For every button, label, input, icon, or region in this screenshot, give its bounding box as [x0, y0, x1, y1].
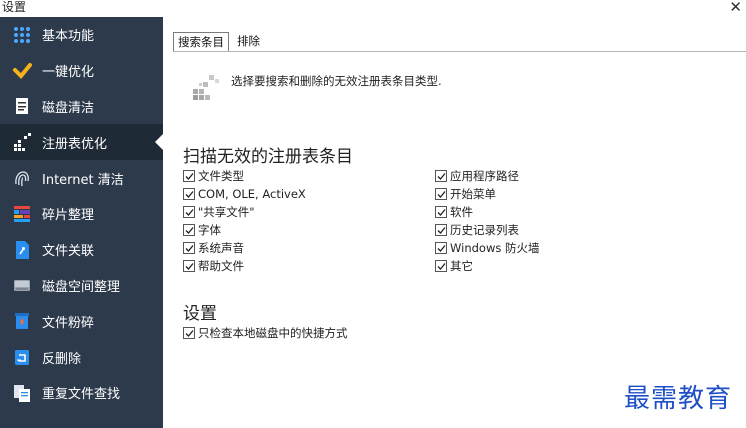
option-shared-files: "共享文件" — [183, 203, 306, 221]
option-com-ole-activex: COM, OLE, ActiveX — [183, 185, 306, 203]
sidebar-item-label: 文件粉碎 — [42, 315, 95, 331]
option-label: 应用程序路径 — [450, 169, 519, 183]
checkbox[interactable] — [183, 188, 195, 200]
close-button[interactable]: ✕ — [729, 0, 742, 16]
sidebar-item-label: 注册表优化 — [42, 136, 108, 152]
scan-options-right: 应用程序路径 开始菜单 软件 历史记录列表 Windows 防火墙 其它 — [435, 167, 540, 275]
sidebar-item-label: 基本功能 — [42, 29, 95, 45]
tab-bar: 搜索条目 排除 — [173, 32, 268, 52]
checkbox[interactable] — [183, 206, 195, 218]
checkbox[interactable] — [435, 260, 447, 272]
window-title: 设置 — [2, 0, 27, 14]
intro-text: 选择要搜索和删除的无效注册表条目类型. — [231, 74, 442, 88]
sidebar-item-file-association[interactable]: 文件关联 — [0, 232, 163, 268]
sidebar-item-label: 磁盘空间整理 — [42, 279, 121, 295]
option-windows-firewall: Windows 防火墙 — [435, 239, 540, 257]
sidebar: 基本功能 一键优化 磁盘清洁 注册表优化 Internet 清洁 碎片整理 文件… — [0, 17, 163, 428]
file-link-icon — [12, 240, 32, 260]
broom-icon — [12, 61, 32, 81]
watermark: 最需教育 — [624, 384, 733, 414]
option-start-menu: 开始菜单 — [435, 185, 540, 203]
option-software: 软件 — [435, 203, 540, 221]
checkbox[interactable] — [183, 224, 195, 236]
option-file-types: 文件类型 — [183, 167, 306, 185]
checkbox[interactable] — [183, 260, 195, 272]
option-local-shortcuts-only: 只检查本地磁盘中的快捷方式 — [183, 324, 348, 342]
sidebar-item-one-click-optimize[interactable]: 一键优化 — [0, 53, 163, 89]
option-history-lists: 历史记录列表 — [435, 221, 540, 239]
sidebar-item-disk-cleaner[interactable]: 磁盘清洁 — [0, 89, 163, 125]
option-fonts: 字体 — [183, 221, 306, 239]
checkbox[interactable] — [435, 224, 447, 236]
sidebar-item-duplicate-finder[interactable]: 重复文件查找 — [0, 375, 163, 411]
settings-panel: 搜索条目 排除 选择要搜索和删除的无效注册表条目类型. 扫描无效的注册表条目 文… — [163, 17, 746, 428]
option-label: COM, OLE, ActiveX — [198, 187, 306, 201]
option-label: 软件 — [450, 205, 473, 219]
sidebar-item-label: 磁盘清洁 — [42, 100, 95, 116]
option-label: "共享文件" — [198, 205, 255, 219]
settings-section-title: 设置 — [183, 304, 217, 324]
option-label: 文件类型 — [198, 169, 244, 183]
grid-dots-icon — [12, 25, 32, 45]
fingerprint-icon — [12, 168, 32, 188]
defrag-blocks-icon — [12, 204, 32, 224]
title-bar: 设置 ✕ — [0, 0, 746, 17]
shredder-icon — [12, 311, 32, 331]
option-label: 系统声音 — [198, 241, 244, 255]
undelete-icon — [12, 347, 32, 367]
checkbox[interactable] — [435, 242, 447, 254]
tab-divider — [173, 51, 746, 52]
registry-blocks-icon — [191, 73, 221, 105]
sidebar-item-disk-space[interactable]: 磁盘空间整理 — [0, 268, 163, 304]
settings-options: 只检查本地磁盘中的快捷方式 — [183, 324, 348, 342]
scan-section-title: 扫描无效的注册表条目 — [183, 147, 353, 167]
sidebar-item-label: 碎片整理 — [42, 208, 95, 224]
checkbox[interactable] — [435, 188, 447, 200]
sidebar-item-internet-cleaner[interactable]: Internet 清洁 — [0, 160, 163, 196]
checkbox[interactable] — [183, 242, 195, 254]
sidebar-item-label: 一键优化 — [42, 65, 95, 81]
sidebar-item-label: Internet 清洁 — [42, 172, 124, 188]
scan-options-left: 文件类型 COM, OLE, ActiveX "共享文件" 字体 系统声音 帮助… — [183, 167, 306, 275]
sidebar-item-label: 重复文件查找 — [42, 387, 121, 403]
option-label: Windows 防火墙 — [450, 241, 540, 255]
option-other: 其它 — [435, 257, 540, 275]
checkbox[interactable] — [435, 206, 447, 218]
drive-icon — [12, 275, 32, 295]
option-help-files: 帮助文件 — [183, 257, 306, 275]
tab-exclude[interactable]: 排除 — [233, 32, 264, 52]
option-label: 只检查本地磁盘中的快捷方式 — [198, 326, 348, 340]
option-label: 字体 — [198, 223, 221, 237]
sidebar-item-file-shredder[interactable]: 文件粉碎 — [0, 303, 163, 339]
option-label: 其它 — [450, 259, 473, 273]
option-label: 开始菜单 — [450, 187, 496, 201]
option-label: 帮助文件 — [198, 259, 244, 273]
option-system-sounds: 系统声音 — [183, 239, 306, 257]
sidebar-item-basic-features[interactable]: 基本功能 — [0, 17, 163, 53]
sidebar-item-registry-optimize[interactable]: 注册表优化 — [0, 124, 163, 161]
sidebar-item-label: 反删除 — [42, 351, 82, 367]
checkbox[interactable] — [435, 170, 447, 182]
checkbox[interactable] — [183, 327, 195, 339]
disk-file-icon — [12, 96, 32, 116]
duplicate-files-icon — [12, 383, 32, 403]
registry-cubes-icon — [12, 132, 32, 152]
sidebar-item-label: 文件关联 — [42, 244, 95, 260]
checkbox[interactable] — [183, 170, 195, 182]
tab-search-entries[interactable]: 搜索条目 — [173, 32, 229, 52]
option-app-paths: 应用程序路径 — [435, 167, 540, 185]
option-label: 历史记录列表 — [450, 223, 519, 237]
sidebar-item-undelete[interactable]: 反删除 — [0, 339, 163, 375]
sidebar-item-defrag[interactable]: 碎片整理 — [0, 196, 163, 232]
